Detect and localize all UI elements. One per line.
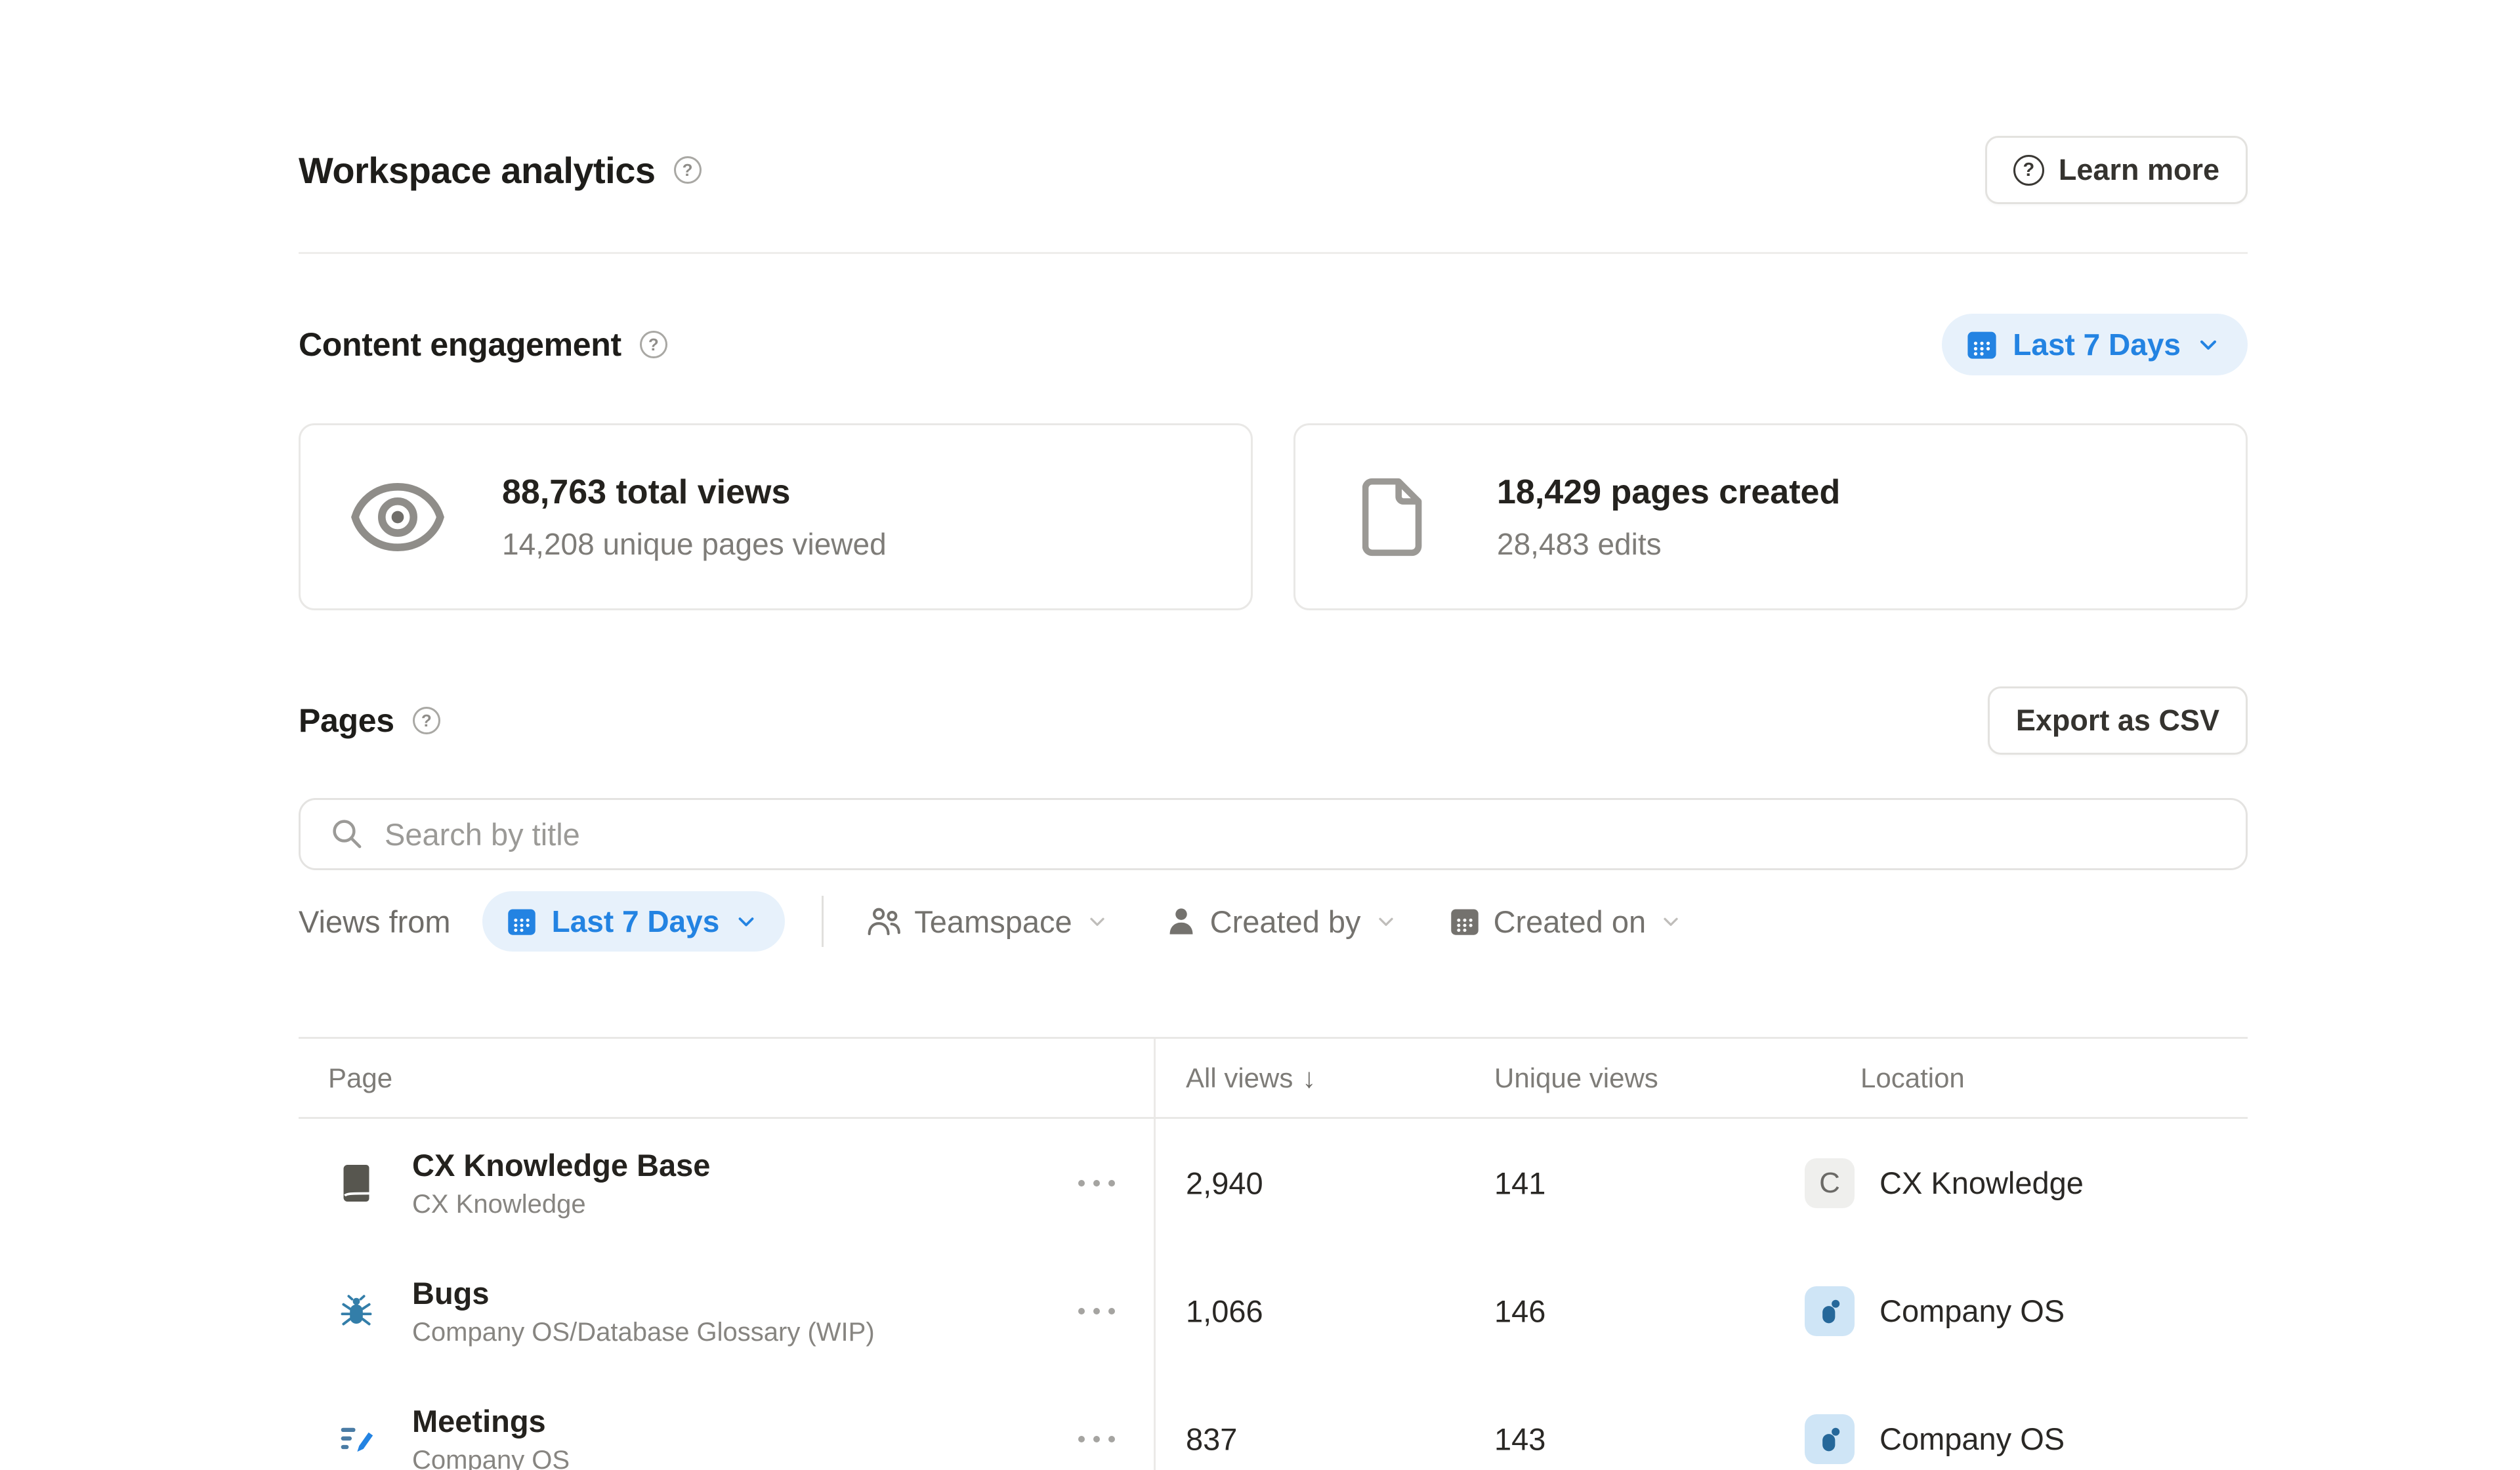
section-divider [299,252,2248,254]
pages-table: Page All views ↓ Unique views Location C… [299,1037,2248,1470]
column-header-page: Page [328,1062,392,1094]
location-label: Company OS [1880,1421,2065,1457]
company-os-logo-icon [1813,1295,1846,1328]
page-row-title: Bugs [412,1275,875,1311]
all-views-value: 1,066 [1186,1293,1263,1329]
workspace-analytics-screen: Workspace analytics ? ? Learn more Conte… [0,0,2520,1470]
table-row[interactable]: Meetings Company OS 837 143 Company OS [299,1375,2248,1470]
eye-icon [350,481,446,553]
unique-views-value: 143 [1494,1421,1545,1457]
page-row-subtitle: Company OS/Database Glossary (WIP) [412,1318,875,1347]
page-row-subtitle: Company OS [412,1446,570,1470]
help-glyph: ? [682,160,693,180]
chevron-down-icon [1374,910,1398,933]
export-csv-label: Export as CSV [2016,704,2219,738]
page-row-title: CX Knowledge Base [412,1147,710,1183]
meeting-notes-icon [338,1421,375,1458]
chevron-down-icon [2195,331,2221,358]
stat-cards: 88,763 total views 14,208 unique pages v… [299,423,2248,610]
sort-descending-icon: ↓ [1302,1062,1316,1094]
calendar-icon [1965,328,1998,361]
page-title: Workspace analytics [299,149,656,192]
created-on-filter-label: Created on [1494,904,1647,940]
all-views-value: 2,940 [1186,1165,1263,1201]
table-row[interactable]: CX Knowledge Base CX Knowledge 2,940 141… [299,1119,2248,1247]
content-engagement-header: Content engagement ? Last 7 Days [299,312,2248,377]
help-icon[interactable]: ? [640,331,667,358]
table-header-row: Page All views ↓ Unique views Location [299,1037,2248,1119]
total-views-value: 88,763 total views [502,472,887,512]
filter-divider [822,896,824,947]
unique-views-value: 146 [1494,1293,1545,1329]
company-os-logo-badge [1805,1286,1855,1336]
edits-value: 28,483 edits [1497,526,1840,562]
person-icon [1166,906,1197,937]
pages-title: Pages [299,702,394,740]
page-icon [1362,477,1423,557]
page-row-title: Meetings [412,1403,570,1439]
pages-created-value: 18,429 pages created [1497,472,1840,512]
column-header-location: Location [1860,1062,1965,1094]
views-date-filter-dropdown[interactable]: Last 7 Days [482,891,786,952]
more-options-icon[interactable] [1072,1429,1122,1449]
date-range-dropdown[interactable]: Last 7 Days [1942,314,2248,375]
search-icon [329,816,365,852]
teamspace-letter-badge: C [1805,1158,1855,1208]
table-row[interactable]: Bugs Company OS/Database Glossary (WIP) … [299,1247,2248,1375]
calendar-icon [1449,906,1480,937]
more-options-icon[interactable] [1072,1301,1122,1321]
filter-row: Views from Last 7 Days Teamspace [299,890,2248,953]
calendar-icon [506,906,537,937]
search-bar [299,798,2248,870]
all-views-value: 837 [1186,1421,1237,1457]
learn-more-label: Learn more [2059,153,2219,187]
created-by-filter-dropdown[interactable]: Created by [1166,904,1398,940]
teamspace-filter-dropdown[interactable]: Teamspace [867,904,1108,940]
company-os-logo-icon [1813,1423,1846,1456]
column-header-all-views[interactable]: All views ↓ [1186,1062,1316,1094]
created-by-filter-label: Created by [1210,904,1361,940]
question-circle-icon: ? [2013,155,2044,186]
help-icon[interactable]: ? [413,707,440,734]
created-on-filter-dropdown[interactable]: Created on [1449,904,1683,940]
pages-header: Pages ? Export as CSV [299,684,2248,757]
pages-created-card: 18,429 pages created 28,483 edits [1293,423,2248,610]
company-os-logo-badge [1805,1414,1855,1464]
column-header-unique-views[interactable]: Unique views [1494,1062,1658,1094]
location-label: CX Knowledge [1880,1165,2084,1201]
unique-pages-viewed-value: 14,208 unique pages viewed [502,526,887,562]
views-date-filter-label: Last 7 Days [552,904,720,939]
total-views-card: 88,763 total views 14,208 unique pages v… [299,423,1253,610]
chevron-down-icon [1085,910,1109,933]
page-row-subtitle: CX Knowledge [412,1190,710,1219]
help-icon[interactable]: ? [674,156,702,184]
more-options-icon[interactable] [1072,1173,1122,1193]
search-input[interactable] [385,816,2217,852]
date-range-label: Last 7 Days [2013,327,2181,362]
bug-icon [338,1293,375,1330]
location-label: Company OS [1880,1293,2065,1329]
chevron-down-icon [1659,910,1683,933]
export-csv-button[interactable]: Export as CSV [1988,686,2248,755]
page-header: Workspace analytics ? ? Learn more [299,135,2248,205]
views-from-label: Views from [299,904,451,940]
learn-more-button[interactable]: ? Learn more [1985,136,2248,204]
unique-views-value: 141 [1494,1165,1545,1201]
content-engagement-title: Content engagement [299,326,621,364]
chevron-down-icon [734,909,759,934]
teamspace-filter-label: Teamspace [914,904,1072,940]
teamspace-people-icon [867,904,901,938]
book-icon [339,1164,373,1203]
